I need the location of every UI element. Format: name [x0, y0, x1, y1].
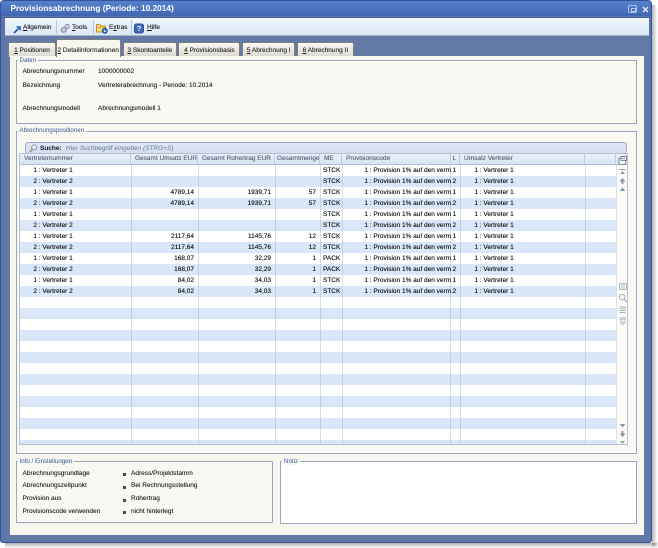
svg-text:?: ? — [137, 24, 142, 33]
